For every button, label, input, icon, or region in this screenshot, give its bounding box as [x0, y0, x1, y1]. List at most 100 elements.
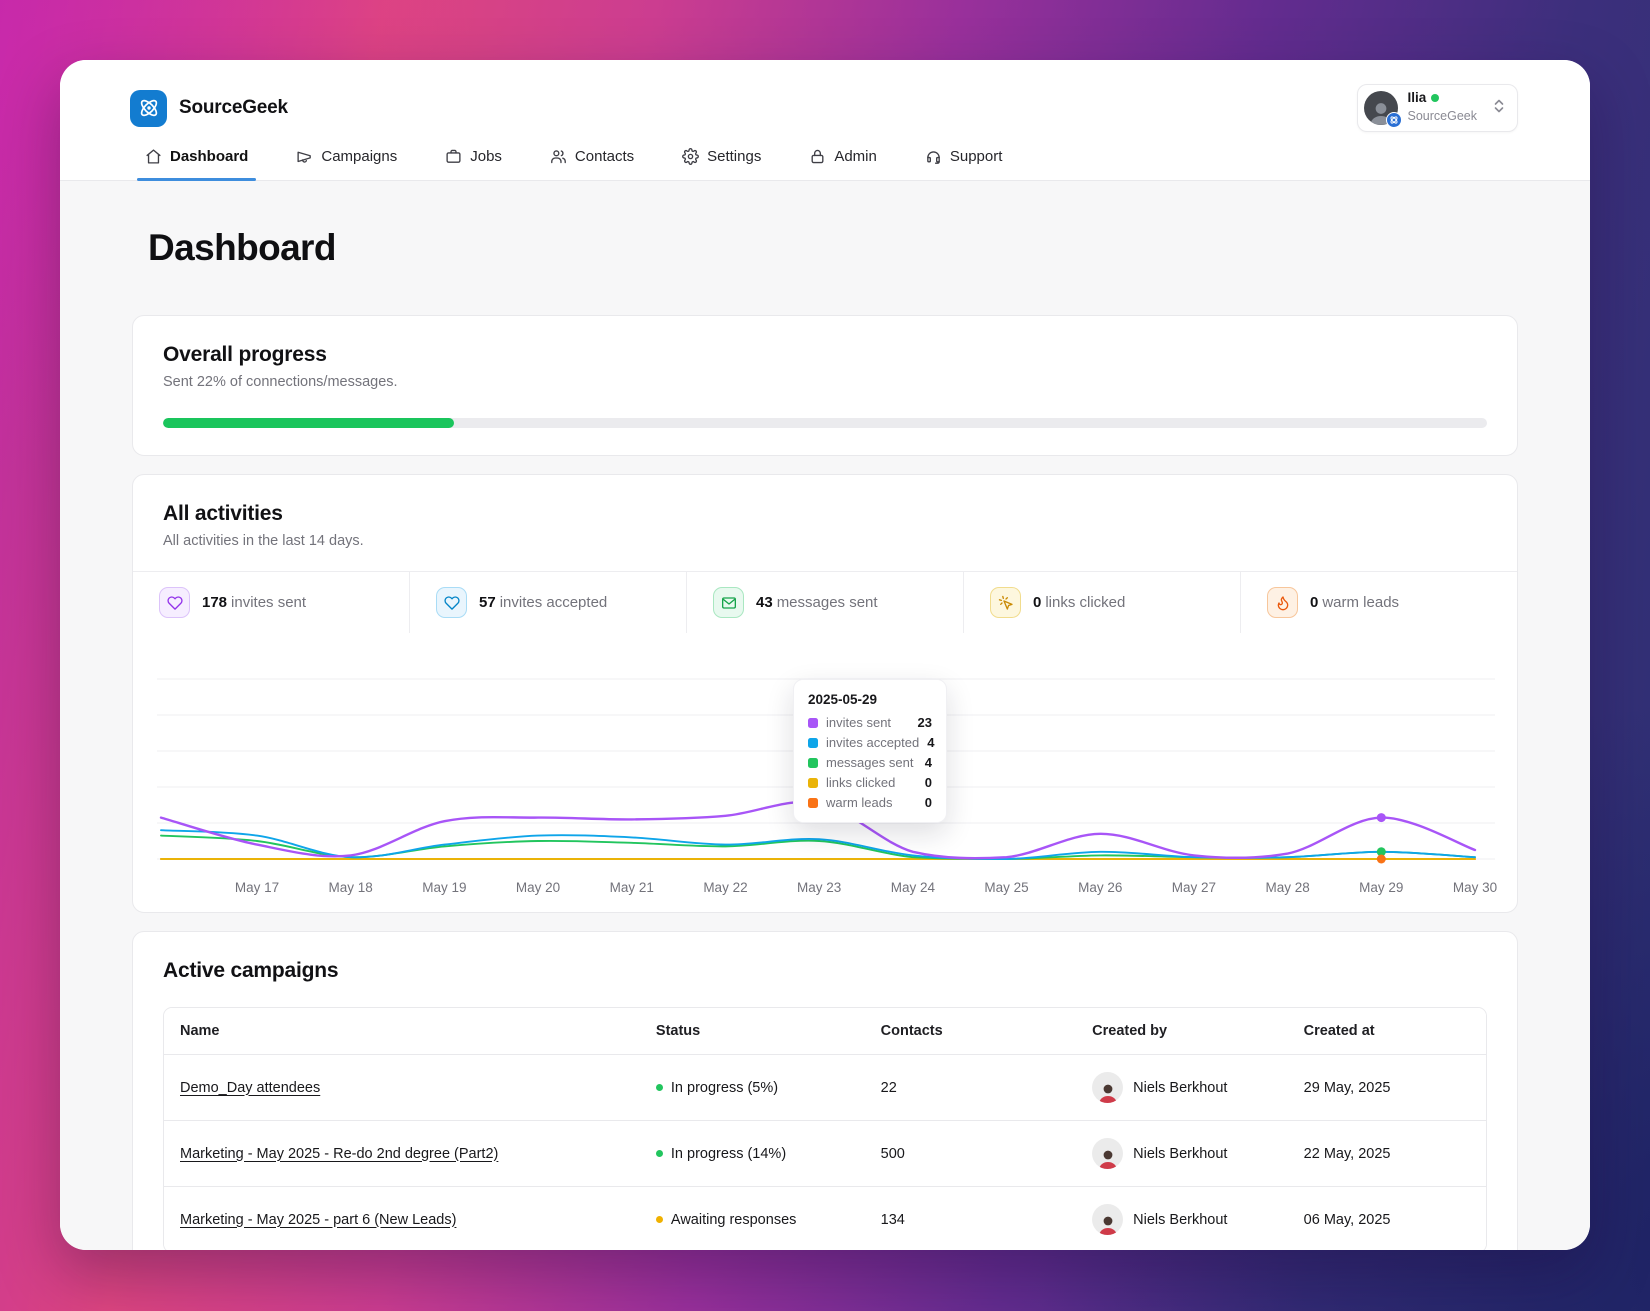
- contacts-count: 500: [864, 1121, 1077, 1187]
- legend-swatch: [808, 777, 818, 788]
- created-at: 06 May, 2025: [1287, 1187, 1486, 1250]
- contacts-count: 22: [864, 1055, 1077, 1121]
- legend-swatch: [808, 797, 818, 808]
- status-dot: [655, 1084, 663, 1091]
- brand: SourceGeek: [130, 89, 288, 127]
- x-axis-label: May 21: [609, 880, 654, 895]
- x-axis-labels: May 17 May 18 May 19 May 20 May 21 May 22 May …: [157, 872, 1497, 906]
- created-by: Niels Berkhout: [1092, 1138, 1272, 1169]
- stat-label: links clicked: [1045, 594, 1126, 611]
- stat-label: invites sent: [231, 594, 307, 611]
- column-header-name[interactable]: Name: [164, 1008, 640, 1055]
- gear-icon: [682, 148, 700, 165]
- headset-icon: [925, 148, 942, 165]
- nav-tab-support[interactable]: Support: [923, 148, 1005, 180]
- campaign-link[interactable]: Marketing - May 2025 - part 6 (New Leads…: [180, 1212, 456, 1228]
- contacts-count: 134: [864, 1187, 1077, 1250]
- active-campaigns-card: Active campaigns Name Status Contacts Cr…: [132, 931, 1518, 1250]
- nav-tab-jobs[interactable]: Jobs: [443, 148, 504, 180]
- nav-tab-settings[interactable]: Settings: [680, 148, 763, 180]
- campaign-link[interactable]: Marketing - May 2025 - Re-do 2nd degree …: [180, 1146, 498, 1162]
- x-axis-label: May 26: [1078, 880, 1123, 895]
- campaign-link[interactable]: Demo_Day attendees: [180, 1080, 320, 1096]
- table-row: Marketing - May 2025 - Re-do 2nd degree …: [164, 1121, 1486, 1187]
- stat-value: 57: [479, 594, 496, 611]
- overall-progress-card: Overall progress Sent 22% of connections…: [132, 315, 1518, 456]
- progress-bar: [163, 418, 1487, 428]
- stat-value: 0: [1033, 594, 1042, 611]
- heart-icon: [159, 587, 190, 618]
- nav-tab-dashboard[interactable]: Dashboard: [136, 148, 257, 181]
- chevron-up-down-icon: [1493, 98, 1505, 119]
- all-activities-card: All activities All activities in the las…: [132, 474, 1518, 913]
- x-axis-label: May 29: [1359, 880, 1404, 895]
- avatar: [1092, 1204, 1124, 1235]
- stat-links-clicked: 0 links clicked: [963, 572, 1240, 633]
- status-badge: Awaiting responses: [655, 1212, 849, 1228]
- stat-value: 178: [202, 594, 228, 611]
- x-axis-label: May 23: [797, 880, 842, 895]
- briefcase-icon: [445, 148, 462, 165]
- users-icon: [550, 148, 567, 165]
- tooltip-row: invites accepted 4: [808, 735, 934, 750]
- overall-progress-subtitle: Sent 22% of connections/messages.: [163, 374, 398, 390]
- created-at: 29 May, 2025: [1287, 1055, 1486, 1121]
- org-badge-icon: [1385, 112, 1402, 128]
- online-status-dot: [1431, 94, 1440, 102]
- table-row: Demo_Day attendees In progress (5%) 22 N…: [164, 1055, 1486, 1121]
- created-by: Niels Berkhout: [1092, 1072, 1272, 1103]
- tooltip-row: warm leads 0: [808, 795, 932, 810]
- created-at: 22 May, 2025: [1287, 1121, 1486, 1187]
- status-badge: In progress (5%): [655, 1080, 849, 1096]
- x-axis-label: May 18: [328, 880, 373, 895]
- megaphone-icon: [296, 148, 313, 165]
- column-header-created-by[interactable]: Created by: [1076, 1008, 1288, 1055]
- x-axis-label: May 20: [515, 880, 561, 895]
- nav-tab-contacts[interactable]: Contacts: [548, 148, 636, 180]
- lock-icon: [809, 148, 826, 165]
- avatar: [1092, 1138, 1124, 1169]
- status-badge: In progress (14%): [655, 1146, 849, 1162]
- activity-chart: May 17 May 18 May 19 May 20 May 21 May 22 May …: [133, 633, 1517, 912]
- legend-swatch: [808, 757, 818, 768]
- campaigns-title: Active campaigns: [163, 959, 339, 982]
- stat-warm-leads: 0 warm leads: [1240, 572, 1517, 633]
- chart-tooltip: 2025-05-29 invites sent 23 invites accep…: [793, 679, 947, 823]
- legend-swatch: [808, 737, 818, 748]
- column-header-created-at[interactable]: Created at: [1287, 1008, 1486, 1055]
- tooltip-row: messages sent 4: [808, 755, 932, 770]
- stat-label: warm leads: [1322, 594, 1400, 611]
- column-header-contacts[interactable]: Contacts: [864, 1008, 1077, 1055]
- main-content: Dashboard Overall progress Sent 22% of c…: [60, 181, 1590, 1250]
- table-row: Marketing - May 2025 - part 6 (New Leads…: [164, 1187, 1486, 1250]
- app-window: SourceGeek Ilia SourceGeek Dashboard Cam…: [60, 60, 1590, 1250]
- nav-tab-campaigns[interactable]: Campaigns: [294, 148, 399, 180]
- user-menu-button[interactable]: Ilia SourceGeek: [1356, 83, 1518, 133]
- stat-label: invites accepted: [499, 594, 608, 611]
- nav-tab-admin[interactable]: Admin: [807, 148, 879, 180]
- x-axis-label: May 28: [1265, 880, 1310, 895]
- tooltip-row: invites sent 23: [808, 715, 932, 730]
- x-axis-label: May 17: [234, 880, 280, 895]
- envelope-icon: [713, 587, 744, 618]
- stat-invites-sent: 178 invites sent: [133, 572, 409, 633]
- page-title: Dashboard: [148, 227, 336, 268]
- created-by: Niels Berkhout: [1092, 1204, 1272, 1235]
- column-header-status[interactable]: Status: [639, 1008, 865, 1055]
- flame-icon: [1267, 587, 1298, 618]
- activities-title: All activities: [163, 502, 283, 525]
- stat-messages-sent: 43 messages sent: [686, 572, 963, 633]
- status-dot: [655, 1150, 663, 1157]
- overall-progress-title: Overall progress: [163, 343, 327, 366]
- avatar: [1092, 1072, 1124, 1103]
- brand-name: SourceGeek: [179, 97, 288, 118]
- x-axis-label: May 27: [1171, 880, 1217, 895]
- campaigns-table: Name Status Contacts Created by Created …: [163, 1007, 1487, 1250]
- x-axis-label: May 30: [1452, 880, 1498, 895]
- click-icon: [990, 587, 1021, 618]
- user-org: SourceGeek: [1407, 109, 1477, 124]
- user-name: Ilia: [1408, 90, 1477, 107]
- stat-label: messages sent: [776, 594, 878, 611]
- progress-fill: [163, 418, 455, 428]
- legend-swatch: [808, 717, 818, 728]
